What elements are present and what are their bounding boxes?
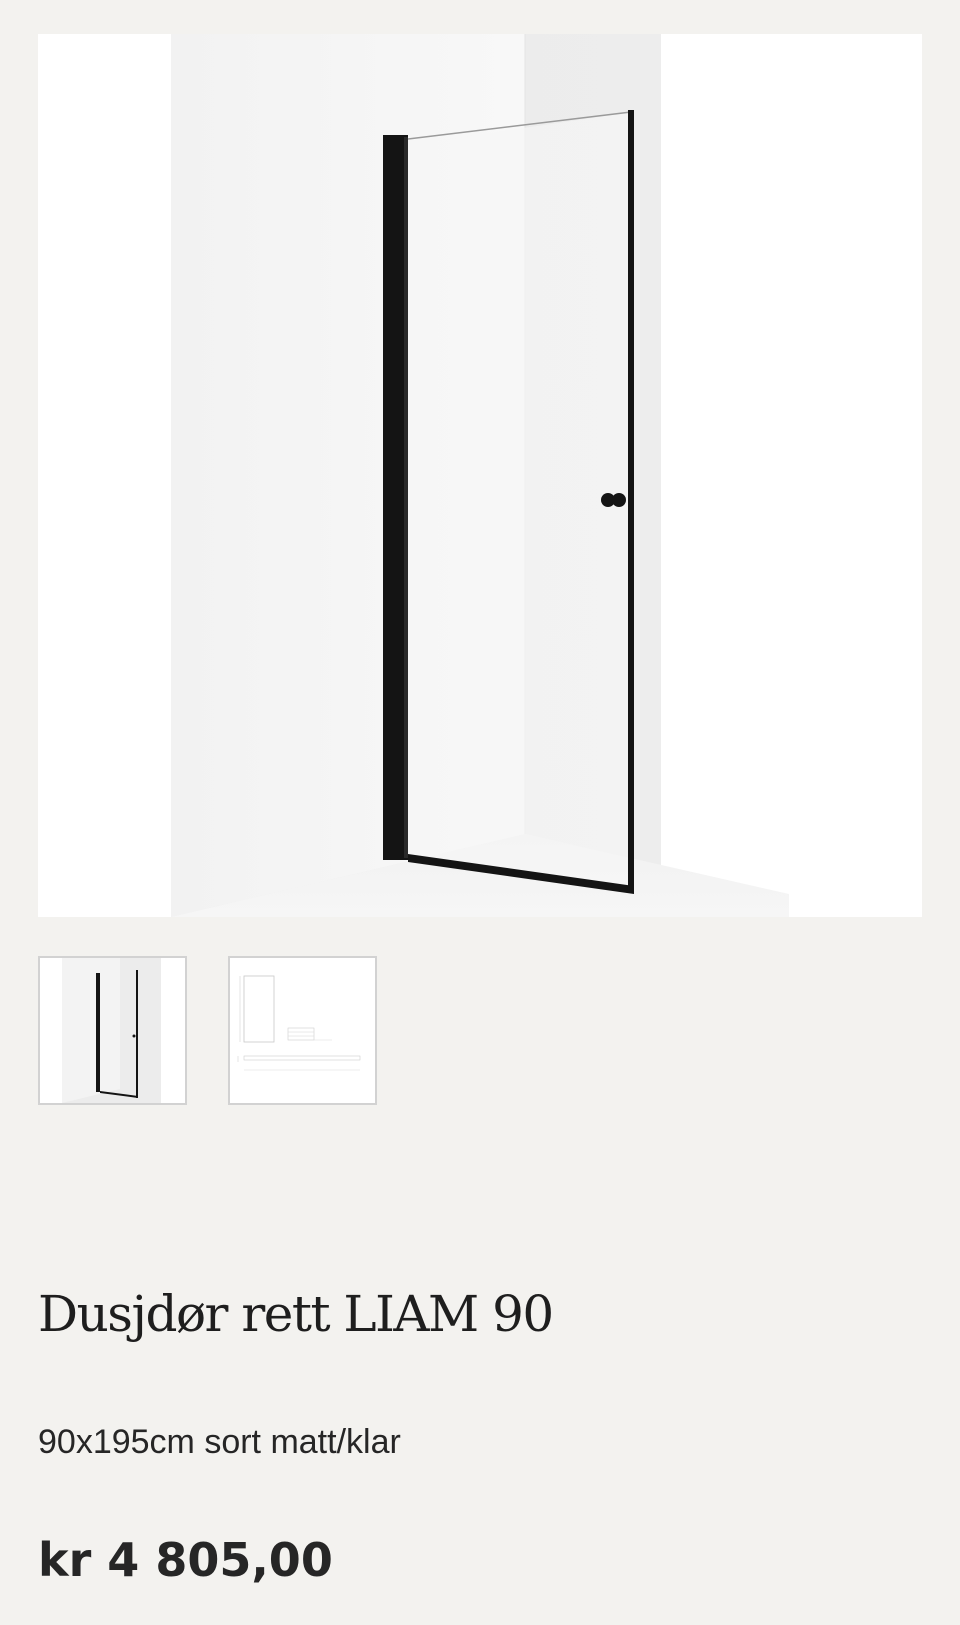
technical-drawing-thumbnail [230, 958, 375, 1103]
product-title: Dusjdør rett LIAM 90 [38, 1285, 554, 1343]
shower-door-thumbnail [40, 958, 185, 1103]
shower-door-photo [38, 34, 922, 917]
main-product-image[interactable] [38, 34, 922, 917]
thumbnail-2[interactable] [228, 956, 377, 1105]
product-price: kr 4 805,00 [38, 1533, 333, 1587]
thumbnail-1[interactable] [38, 956, 187, 1105]
product-variant: 90x195cm sort matt/klar [38, 1423, 401, 1461]
